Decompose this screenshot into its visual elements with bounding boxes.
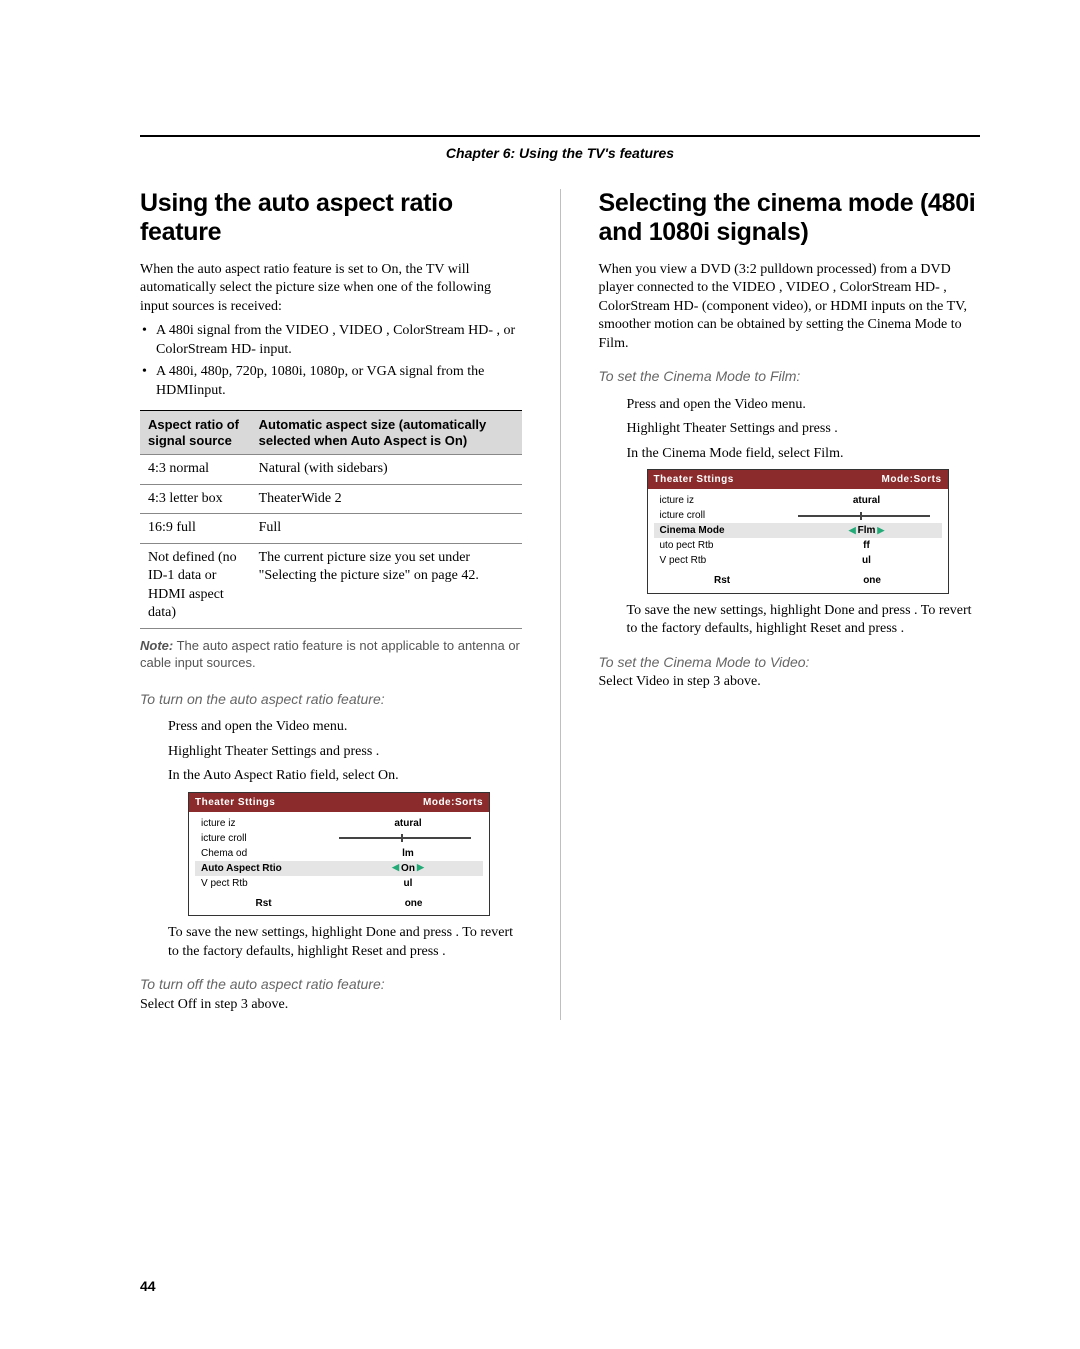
page-number: 44 [140,1278,156,1294]
right-heading: Selecting the cinema mode (480i and 1080… [599,189,981,247]
table-cell: Full [251,514,522,543]
osd-label: icture croll [660,509,792,522]
table-head-col1: Aspect ratio of signal source [140,411,251,455]
osd-title-right: Mode:Sorts [423,796,483,809]
osd-foot-done: one [405,897,423,910]
step: Press and open the Video menu. [627,396,981,414]
bullet-item: A 480i signal from the VIDEO , VIDEO , C… [140,322,522,359]
note: Note: The auto aspect ratio feature is n… [140,637,522,672]
left-column: Using the auto aspect ratio feature When… [140,189,522,1020]
step: In the Cinema Mode field, select Film. [627,445,981,463]
step: In the Auto Aspect Ratio field, select O… [168,767,522,785]
osd-row: icture croll [195,831,483,846]
table-row: 4:3 letter box TheaterWide 2 [140,484,522,513]
osd-label: Auto Aspect Rtio [201,862,339,875]
step: Highlight Theater Settings and press . [627,420,981,438]
osd-value: ul [798,554,936,567]
arrow-left-icon: ◀ [847,525,858,537]
steps-film: Press and open the Video menu. Highlight… [627,396,981,463]
osd-row-selected: Auto Aspect Rtio ◀ On ▶ [195,861,483,876]
osd-slider [339,837,471,839]
osd-label: icture iz [660,494,798,507]
left-heading: Using the auto aspect ratio feature [140,189,522,247]
table-row: Not defined (no ID-1 data or HDMI aspect… [140,543,522,628]
table-cell: Natural (with sidebars) [251,455,522,484]
proc-film-head: To set the Cinema Mode to Film: [599,367,981,385]
table-row: 16:9 full Full [140,514,522,543]
osd-value: ul [339,877,477,890]
note-text: The auto aspect ratio feature is not app… [140,638,520,671]
osd-row-selected: Cinema Mode ◀ Flm ▶ [654,523,942,538]
chapter-label: Chapter 6: Using the TV's features [140,145,980,161]
table-cell: TheaterWide 2 [251,484,522,513]
steps-on: Press and open the Video menu. Highlight… [168,718,522,785]
osd-row: uto pect Rtb ff [654,538,942,553]
osd-value: On [401,862,415,875]
proc-on-head: To turn on the auto aspect ratio feature… [140,690,522,708]
osd-foot-reset: Rst [714,574,730,587]
proc-video-head: To set the Cinema Mode to Video: [599,653,981,671]
osd-row: icture iz atural [195,816,483,831]
table-cell: 16:9 full [140,514,251,543]
osd-title-right: Mode:Sorts [882,473,942,486]
save-text: To save the new settings, highlight Done… [627,602,981,639]
left-bullets: A 480i signal from the VIDEO , VIDEO , C… [140,322,522,400]
save-text: To save the new settings, highlight Done… [168,924,522,961]
osd-row: icture iz atural [654,493,942,508]
osd-value: atural [339,817,477,830]
osd-label: icture iz [201,817,339,830]
osd-value: ff [798,539,936,552]
osd-row: V pect Rtb ul [654,553,942,568]
right-intro: When you view a DVD (3:2 pulldown proces… [599,261,981,353]
bullet-item: A 480i, 480p, 720p, 1080i, 1080p, or VGA… [140,363,522,400]
top-rule [140,135,980,137]
off-text: Select Off in step 3 above. [140,996,522,1014]
arrow-right-icon: ▶ [875,525,886,537]
osd-slider [798,515,930,517]
column-divider [560,189,561,1020]
osd-value: lm [339,847,477,860]
table-head-col2: Automatic aspect size (automatically sel… [251,411,522,455]
table-cell: Not defined (no ID-1 data or HDMI aspect… [140,543,251,628]
osd-title-left: Theater Sttings [195,796,275,809]
osd-foot-done: one [863,574,881,587]
right-column: Selecting the cinema mode (480i and 1080… [599,189,981,1020]
osd-label: Chema od [201,847,339,860]
left-intro: When the auto aspect ratio feature is se… [140,261,522,316]
osd-row: V pect Rtb ul [195,876,483,891]
osd-label: Cinema Mode [660,524,798,537]
arrow-right-icon: ▶ [415,862,426,874]
table-row: 4:3 normal Natural (with sidebars) [140,455,522,484]
table-cell: 4:3 normal [140,455,251,484]
osd-label: icture croll [201,832,333,845]
proc-off-head: To turn off the auto aspect ratio featur… [140,975,522,993]
step: Highlight Theater Settings and press . [168,743,522,761]
video-text: Select Video in step 3 above. [599,673,981,691]
osd-label: V pect Rtb [201,877,339,890]
note-label: Note: [140,638,173,653]
arrow-left-icon: ◀ [390,862,401,874]
osd-label: uto pect Rtb [660,539,798,552]
osd-menu-left: Theater Sttings Mode:Sorts icture iz atu… [188,792,490,916]
osd-menu-right: Theater Sttings Mode:Sorts icture iz atu… [647,469,949,593]
step: Press and open the Video menu. [168,718,522,736]
table-cell: 4:3 letter box [140,484,251,513]
osd-title-left: Theater Sttings [654,473,734,486]
osd-value: atural [798,494,936,507]
osd-row: icture croll [654,508,942,523]
osd-foot-reset: Rst [256,897,272,910]
table-cell: The current picture size you set under "… [251,543,522,628]
osd-value: Flm [858,524,876,537]
aspect-table: Aspect ratio of signal source Automatic … [140,410,522,628]
osd-row: Chema od lm [195,846,483,861]
osd-label: V pect Rtb [660,554,798,567]
